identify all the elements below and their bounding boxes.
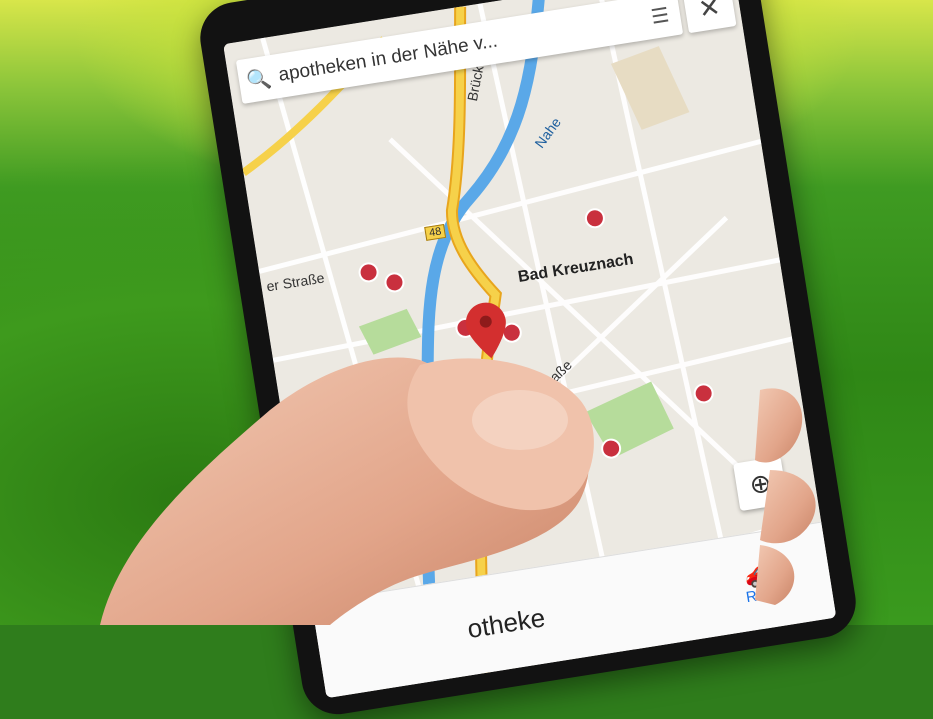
search-icon[interactable]: 🔍 xyxy=(237,64,280,95)
my-location-icon[interactable]: ⊕ xyxy=(733,456,788,512)
route-button[interactable]: 🚗 Route xyxy=(719,541,808,619)
list-icon[interactable]: ☰ xyxy=(638,0,681,31)
place-title: otheke xyxy=(465,602,548,645)
smartphone: Bad Kreuznach Nahe er Straße Ringstraße … xyxy=(195,0,861,719)
phone-screen: Bad Kreuznach Nahe er Straße Ringstraße … xyxy=(223,0,837,699)
